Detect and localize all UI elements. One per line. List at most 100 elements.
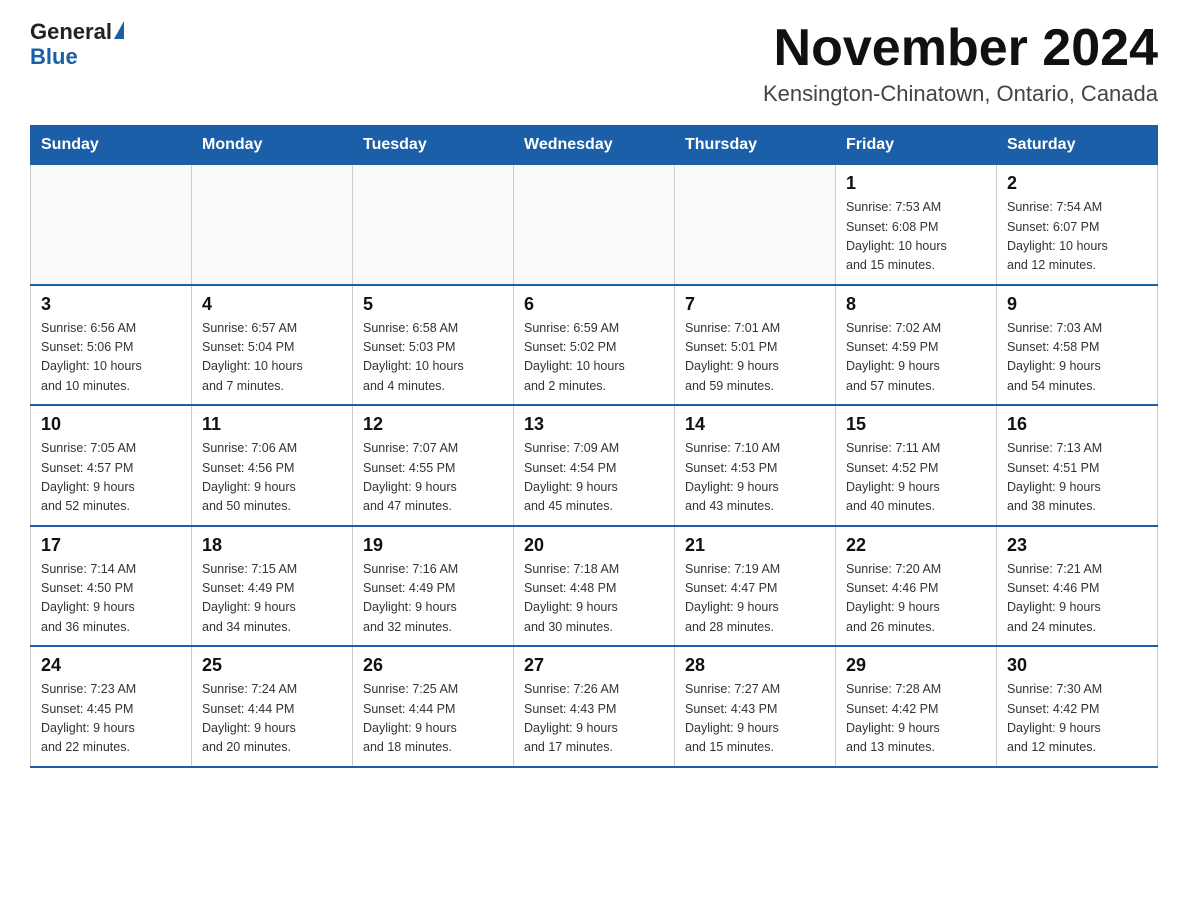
sun-info: Sunrise: 7:53 AMSunset: 6:08 PMDaylight:… [846,198,986,276]
day-number: 8 [846,294,986,315]
weekday-header-wednesday: Wednesday [514,126,675,165]
calendar-cell [353,165,514,285]
sun-info: Sunrise: 7:26 AMSunset: 4:43 PMDaylight:… [524,680,664,758]
calendar-cell: 11 Sunrise: 7:06 AMSunset: 4:56 PMDayligh… [192,405,353,526]
calendar-cell: 17 Sunrise: 7:14 AMSunset: 4:50 PMDayligh… [31,526,192,647]
calendar-cell: 26 Sunrise: 7:25 AMSunset: 4:44 PMDayligh… [353,646,514,767]
day-number: 30 [1007,655,1147,676]
calendar-cell: 3 Sunrise: 6:56 AMSunset: 5:06 PMDaylight… [31,285,192,406]
weekday-header-saturday: Saturday [997,126,1158,165]
day-number: 14 [685,414,825,435]
calendar-cell: 25 Sunrise: 7:24 AMSunset: 4:44 PMDayligh… [192,646,353,767]
logo-triangle-icon [114,21,124,39]
calendar-cell: 13 Sunrise: 7:09 AMSunset: 4:54 PMDayligh… [514,405,675,526]
sun-info: Sunrise: 6:57 AMSunset: 5:04 PMDaylight:… [202,319,342,397]
day-number: 29 [846,655,986,676]
calendar-cell: 7Sunrise: 7:01 AMSunset: 5:01 PMDaylight… [675,285,836,406]
sun-info: Sunrise: 7:10 AMSunset: 4:53 PMDaylight:… [685,439,825,517]
weekday-header-tuesday: Tuesday [353,126,514,165]
sun-info: Sunrise: 7:20 AMSunset: 4:46 PMDaylight:… [846,560,986,638]
day-number: 5 [363,294,503,315]
calendar-cell: 10 Sunrise: 7:05 AMSunset: 4:57 PMDayligh… [31,405,192,526]
calendar-cell: 28 Sunrise: 7:27 AMSunset: 4:43 PMDayligh… [675,646,836,767]
calendar-week-4: 17 Sunrise: 7:14 AMSunset: 4:50 PMDayligh… [31,526,1158,647]
logo-blue-text: Blue [30,44,78,70]
weekday-header-row: SundayMondayTuesdayWednesdayThursdayFrid… [31,126,1158,165]
day-number: 24 [41,655,181,676]
title-area: November 2024 Kensington-Chinatown, Onta… [763,20,1158,107]
day-number: 22 [846,535,986,556]
day-number: 12 [363,414,503,435]
logo: General Blue [30,20,124,70]
day-number: 7 [685,294,825,315]
day-number: 25 [202,655,342,676]
calendar-cell: 19 Sunrise: 7:16 AMSunset: 4:49 PMDayligh… [353,526,514,647]
calendar-cell: 14 Sunrise: 7:10 AMSunset: 4:53 PMDayligh… [675,405,836,526]
sun-info: Sunrise: 6:59 AMSunset: 5:02 PMDaylight:… [524,319,664,397]
header: General Blue November 2024 Kensington-Ch… [30,20,1158,107]
calendar-cell: 9 Sunrise: 7:03 AMSunset: 4:58 PMDaylight… [997,285,1158,406]
sun-info: Sunrise: 7:24 AMSunset: 4:44 PMDaylight:… [202,680,342,758]
calendar-cell [192,165,353,285]
calendar-cell: 15Sunrise: 7:11 AMSunset: 4:52 PMDayligh… [836,405,997,526]
sun-info: Sunrise: 7:06 AMSunset: 4:56 PMDaylight:… [202,439,342,517]
day-number: 17 [41,535,181,556]
weekday-header-monday: Monday [192,126,353,165]
calendar-cell: 30 Sunrise: 7:30 AMSunset: 4:42 PMDayligh… [997,646,1158,767]
calendar-cell: 4 Sunrise: 6:57 AMSunset: 5:04 PMDaylight… [192,285,353,406]
day-number: 6 [524,294,664,315]
calendar-table: SundayMondayTuesdayWednesdayThursdayFrid… [30,125,1158,768]
calendar-cell: 23 Sunrise: 7:21 AMSunset: 4:46 PMDayligh… [997,526,1158,647]
day-number: 1 [846,173,986,194]
day-number: 20 [524,535,664,556]
sun-info: Sunrise: 7:18 AMSunset: 4:48 PMDaylight:… [524,560,664,638]
calendar-cell: 24 Sunrise: 7:23 AMSunset: 4:45 PMDayligh… [31,646,192,767]
sun-info: Sunrise: 7:14 AMSunset: 4:50 PMDaylight:… [41,560,181,638]
sun-info: Sunrise: 7:54 AMSunset: 6:07 PMDaylight:… [1007,198,1147,276]
day-number: 27 [524,655,664,676]
day-number: 10 [41,414,181,435]
sun-info: Sunrise: 7:30 AMSunset: 4:42 PMDaylight:… [1007,680,1147,758]
weekday-header-sunday: Sunday [31,126,192,165]
day-number: 28 [685,655,825,676]
sun-info: Sunrise: 7:23 AMSunset: 4:45 PMDaylight:… [41,680,181,758]
calendar-cell: 22 Sunrise: 7:20 AMSunset: 4:46 PMDayligh… [836,526,997,647]
day-number: 2 [1007,173,1147,194]
day-number: 11 [202,414,342,435]
calendar-cell: 20 Sunrise: 7:18 AMSunset: 4:48 PMDayligh… [514,526,675,647]
day-number: 4 [202,294,342,315]
day-number: 26 [363,655,503,676]
sun-info: Sunrise: 7:09 AMSunset: 4:54 PMDaylight:… [524,439,664,517]
sun-info: Sunrise: 7:21 AMSunset: 4:46 PMDaylight:… [1007,560,1147,638]
day-number: 21 [685,535,825,556]
sun-info: Sunrise: 7:25 AMSunset: 4:44 PMDaylight:… [363,680,503,758]
calendar-cell: 27 Sunrise: 7:26 AMSunset: 4:43 PMDayligh… [514,646,675,767]
sun-info: Sunrise: 7:03 AMSunset: 4:58 PMDaylight:… [1007,319,1147,397]
sun-info: Sunrise: 7:13 AMSunset: 4:51 PMDaylight:… [1007,439,1147,517]
day-number: 9 [1007,294,1147,315]
sun-info: Sunrise: 6:56 AMSunset: 5:06 PMDaylight:… [41,319,181,397]
day-number: 13 [524,414,664,435]
day-number: 23 [1007,535,1147,556]
sun-info: Sunrise: 7:15 AMSunset: 4:49 PMDaylight:… [202,560,342,638]
day-number: 16 [1007,414,1147,435]
sun-info: Sunrise: 7:27 AMSunset: 4:43 PMDaylight:… [685,680,825,758]
weekday-header-thursday: Thursday [675,126,836,165]
calendar-cell: 21Sunrise: 7:19 AMSunset: 4:47 PMDayligh… [675,526,836,647]
calendar-cell: 29Sunrise: 7:28 AMSunset: 4:42 PMDayligh… [836,646,997,767]
calendar-cell: 6 Sunrise: 6:59 AMSunset: 5:02 PMDaylight… [514,285,675,406]
calendar-week-3: 10 Sunrise: 7:05 AMSunset: 4:57 PMDayligh… [31,405,1158,526]
calendar-cell: 18 Sunrise: 7:15 AMSunset: 4:49 PMDayligh… [192,526,353,647]
calendar-cell: 8Sunrise: 7:02 AMSunset: 4:59 PMDaylight… [836,285,997,406]
day-number: 19 [363,535,503,556]
month-title: November 2024 [763,20,1158,77]
calendar-cell [514,165,675,285]
day-number: 15 [846,414,986,435]
sun-info: Sunrise: 7:07 AMSunset: 4:55 PMDaylight:… [363,439,503,517]
day-number: 3 [41,294,181,315]
calendar-cell: 1 Sunrise: 7:53 AMSunset: 6:08 PMDaylight… [836,165,997,285]
day-number: 18 [202,535,342,556]
sun-info: Sunrise: 7:05 AMSunset: 4:57 PMDaylight:… [41,439,181,517]
sun-info: Sunrise: 7:16 AMSunset: 4:49 PMDaylight:… [363,560,503,638]
calendar-cell: 16 Sunrise: 7:13 AMSunset: 4:51 PMDayligh… [997,405,1158,526]
